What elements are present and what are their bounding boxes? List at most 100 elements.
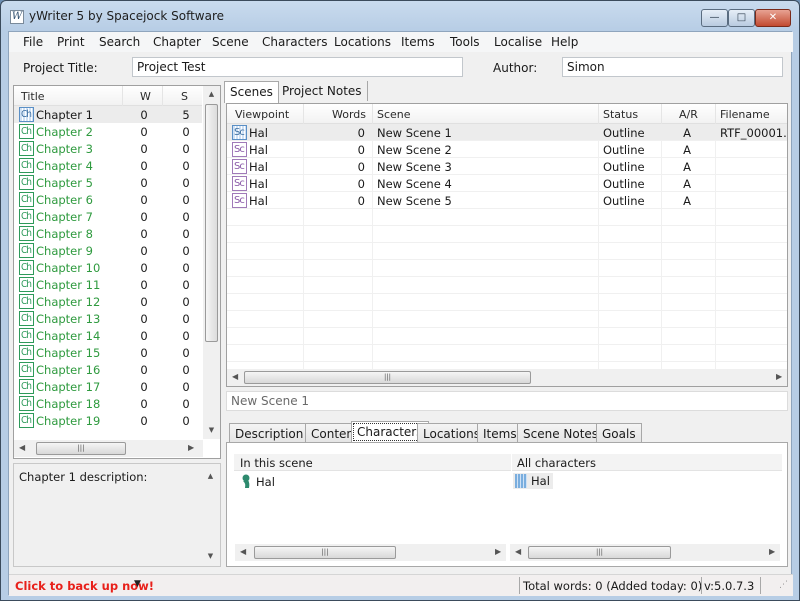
scroll-right-arrow-icon[interactable]: ▶ [188, 443, 194, 452]
scene-row[interactable]: Sc Hal 0 New Scene 5 Outline A [227, 192, 787, 209]
scroll-down-arrow-icon[interactable]: ▼ [203, 426, 220, 434]
backup-dropdown-arrow-icon[interactable]: ▼ [134, 579, 141, 589]
chapter-row[interactable]: Ch Chapter 16 0 0 [14, 361, 202, 378]
column-s[interactable]: S [181, 90, 188, 103]
chapter-row[interactable]: Ch Chapter 17 0 0 [14, 378, 202, 395]
scene-row[interactable]: Sc Hal 0 New Scene 2 Outline A [227, 141, 787, 158]
menu-chapter[interactable]: Chapter [153, 35, 201, 49]
chapter-row[interactable]: Ch Chapter 13 0 0 [14, 310, 202, 327]
column-status[interactable]: Status [603, 108, 638, 121]
scene-viewpoint: Hal [249, 194, 268, 208]
scroll-down-arrow-icon[interactable]: ▼ [202, 552, 219, 560]
scene-name-input[interactable] [226, 391, 788, 411]
chapter-row[interactable]: Ch Chapter 4 0 0 [14, 157, 202, 174]
scroll-thumb[interactable]: ||| [254, 546, 396, 559]
scroll-right-arrow-icon[interactable]: ▶ [776, 372, 782, 381]
scroll-left-arrow-icon[interactable]: ◀ [19, 443, 25, 452]
tab-locations[interactable]: Locations [417, 423, 487, 443]
menu-tools[interactable]: Tools [450, 35, 480, 49]
tab-items[interactable]: Items [477, 423, 523, 443]
menu-items[interactable]: Items [401, 35, 435, 49]
menu-help[interactable]: Help [551, 35, 578, 49]
title-bar[interactable]: W yWriter 5 by Spacejock Software — □ ✕ [1, 1, 799, 31]
tab-scenes[interactable]: Scenes [224, 81, 279, 103]
column-ar[interactable]: A/R [679, 108, 698, 121]
minimize-button[interactable]: — [701, 9, 728, 27]
close-button[interactable]: ✕ [755, 9, 791, 27]
chapter-description-box[interactable]: Chapter 1 description: ▲ ▼ [13, 463, 221, 567]
chapter-word-count: 0 [140, 142, 148, 156]
in-scene-hscrollbar[interactable]: ◀ ||| ▶ [235, 544, 506, 561]
character-icon [241, 474, 251, 488]
scene-grid-hscrollbar[interactable]: ◀ ||| ▶ [227, 369, 787, 386]
scroll-thumb[interactable]: ||| [528, 546, 671, 559]
empty-grid-row [227, 328, 787, 345]
scene-row[interactable]: Sc Hal 0 New Scene 4 Outline A [227, 175, 787, 192]
all-character-item[interactable]: Hal [513, 473, 553, 489]
chapter-row[interactable]: Ch Chapter 2 0 0 [14, 123, 202, 140]
scroll-left-arrow-icon[interactable]: ◀ [515, 547, 521, 556]
menu-file[interactable]: File [23, 35, 43, 49]
project-title-input[interactable] [132, 57, 463, 77]
column-filename[interactable]: Filename [720, 108, 770, 121]
chapter-row[interactable]: Ch Chapter 10 0 0 [14, 259, 202, 276]
maximize-button[interactable]: □ [728, 9, 755, 27]
menu-localise[interactable]: Localise [494, 35, 542, 49]
status-separator [519, 577, 520, 594]
all-characters-hscrollbar[interactable]: ◀ ||| ▶ [510, 544, 780, 561]
chapter-row[interactable]: Ch Chapter 9 0 0 [14, 242, 202, 259]
scroll-thumb[interactable]: ||| [36, 442, 126, 455]
chapter-list-hscrollbar[interactable]: ◀ ||| ▶ [14, 440, 203, 457]
chapter-word-count: 0 [140, 414, 148, 428]
menu-characters[interactable]: Characters [262, 35, 328, 49]
chapter-row[interactable]: Ch Chapter 14 0 0 [14, 327, 202, 344]
author-input[interactable] [562, 57, 783, 77]
chapter-row[interactable]: Ch Chapter 5 0 0 [14, 174, 202, 191]
chapter-list-header: Title W S [14, 86, 202, 106]
empty-grid-row [227, 209, 787, 226]
chapter-list-vscrollbar[interactable]: ▲ ▼ [203, 86, 220, 439]
chapter-title: Chapter 11 [36, 278, 101, 292]
chapter-row[interactable]: Ch Chapter 11 0 0 [14, 276, 202, 293]
chapter-row[interactable]: Ch Chapter 8 0 0 [14, 225, 202, 242]
scroll-up-arrow-icon[interactable]: ▲ [203, 90, 220, 98]
menu-locations[interactable]: Locations [334, 35, 391, 49]
scene-icon: Sc [232, 125, 247, 140]
column-title[interactable]: Title [21, 90, 45, 103]
chapter-word-count: 0 [140, 193, 148, 207]
scroll-up-arrow-icon[interactable]: ▲ [202, 472, 219, 480]
column-viewpoint[interactable]: Viewpoint [235, 108, 289, 121]
chapter-row[interactable]: Ch Chapter 18 0 0 [14, 395, 202, 412]
chapter-row[interactable]: Ch Chapter 12 0 0 [14, 293, 202, 310]
scroll-left-arrow-icon[interactable]: ◀ [240, 547, 246, 556]
chapter-scene-count: 0 [182, 346, 190, 360]
chapter-row[interactable]: Ch Chapter 7 0 0 [14, 208, 202, 225]
chapter-row[interactable]: Ch Chapter 3 0 0 [14, 140, 202, 157]
tab-goals[interactable]: Goals [596, 423, 642, 443]
column-words[interactable]: Words [332, 108, 366, 121]
scroll-thumb[interactable]: ||| [244, 371, 531, 384]
chapter-row[interactable]: Ch Chapter 6 0 0 [14, 191, 202, 208]
scene-row[interactable]: Sc Hal 0 New Scene 1 Outline A RTF_00001.. [227, 124, 787, 141]
column-scene[interactable]: Scene [377, 108, 411, 121]
chapter-scene-count: 0 [182, 414, 190, 428]
tab-scene-notes[interactable]: Scene Notes [517, 423, 605, 443]
in-scene-character[interactable]: Hal [256, 475, 275, 489]
menu-scene[interactable]: Scene [212, 35, 249, 49]
scene-row[interactable]: Sc Hal 0 New Scene 3 Outline A [227, 158, 787, 175]
status-separator [701, 577, 702, 594]
menu-search[interactable]: Search [99, 35, 140, 49]
tab-description[interactable]: Description [229, 423, 310, 443]
chapter-row[interactable]: Ch Chapter 1 0 5 [14, 106, 202, 123]
column-w[interactable]: W [140, 90, 151, 103]
scroll-right-arrow-icon[interactable]: ▶ [495, 547, 501, 556]
menu-print[interactable]: Print [57, 35, 85, 49]
scroll-left-arrow-icon[interactable]: ◀ [232, 372, 238, 381]
version-status: v:5.0.7.3 [704, 579, 755, 593]
scroll-thumb[interactable] [205, 104, 218, 342]
chapter-row[interactable]: Ch Chapter 19 0 0 [14, 412, 202, 429]
chapter-row[interactable]: Ch Chapter 15 0 0 [14, 344, 202, 361]
resize-grip-icon[interactable]: ⋰ [779, 580, 788, 590]
tab-project-notes[interactable]: Project Notes [277, 81, 368, 101]
scroll-right-arrow-icon[interactable]: ▶ [769, 547, 775, 556]
